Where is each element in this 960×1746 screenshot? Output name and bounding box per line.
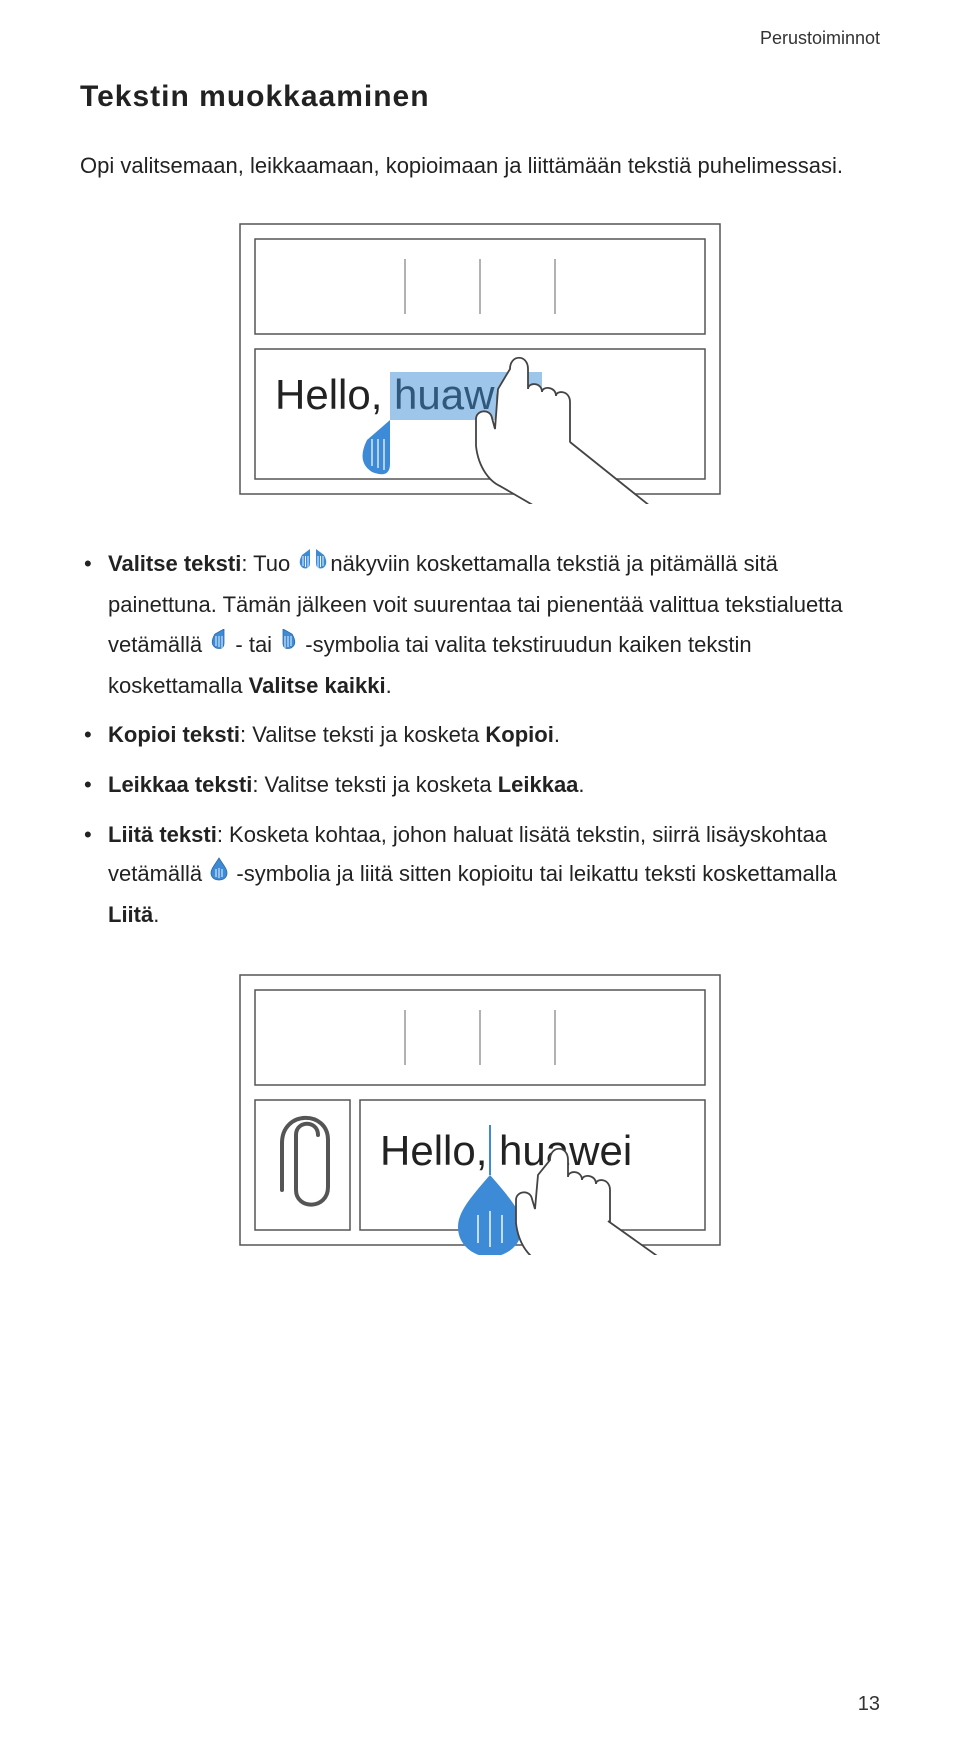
page-number: 13	[858, 1693, 880, 1716]
bullet-tail: .	[153, 902, 159, 927]
bullet-text: : Valitse teksti ja kosketa	[252, 772, 497, 797]
instruction-list: Valitse teksti: Tuo näkyviin koskettamal…	[80, 544, 880, 935]
figure-text-selection: Hello, huawei	[230, 214, 730, 504]
bullet-label: Liitä teksti	[108, 822, 217, 847]
page-title: Tekstin muokkaaminen	[80, 80, 880, 114]
bullet-label: Kopioi teksti	[108, 722, 240, 747]
bullet-tail: .	[386, 673, 392, 698]
intro-paragraph: Opi valitsemaan, leikkaamaan, kopioimaan…	[80, 148, 880, 184]
bullet-tail: .	[578, 772, 584, 797]
bullet-copy-text: Kopioi teksti: Valitse teksti ja kosketa…	[80, 715, 880, 755]
bullet-bold-tail: Kopioi	[485, 722, 553, 747]
selection-handle-left-icon	[210, 624, 227, 664]
bullet-text-part: - tai	[229, 632, 278, 657]
bullet-text-part: -symbolia ja liitä sitten kopioitu tai l…	[230, 861, 836, 886]
bullet-cut-text: Leikkaa teksti: Valitse teksti ja kosket…	[80, 765, 880, 805]
figure2-text: Hello, huawei	[380, 1127, 632, 1174]
bullet-label: Leikkaa teksti	[108, 772, 252, 797]
figure-text-paste: Hello, huawei	[230, 965, 730, 1255]
selection-handles-pair-icon	[298, 544, 328, 584]
bullet-paste-text: Liitä teksti: Kosketa kohtaa, johon halu…	[80, 815, 880, 935]
bullet-bold-tail: Valitse kaikki	[249, 673, 386, 698]
bullet-tail: .	[554, 722, 560, 747]
bullet-bold-tail: Liitä	[108, 902, 153, 927]
cursor-drop-icon	[210, 854, 228, 894]
bullet-select-text: Valitse teksti: Tuo näkyviin koskettamal…	[80, 544, 880, 705]
section-header: Perustoiminnot	[760, 28, 880, 49]
bullet-text-part: : Tuo	[241, 551, 296, 576]
selection-handle-right-icon	[280, 624, 297, 664]
bullet-bold-tail: Leikkaa	[498, 772, 579, 797]
bullet-label: Valitse teksti	[108, 551, 241, 576]
bullet-text: : Valitse teksti ja kosketa	[240, 722, 485, 747]
